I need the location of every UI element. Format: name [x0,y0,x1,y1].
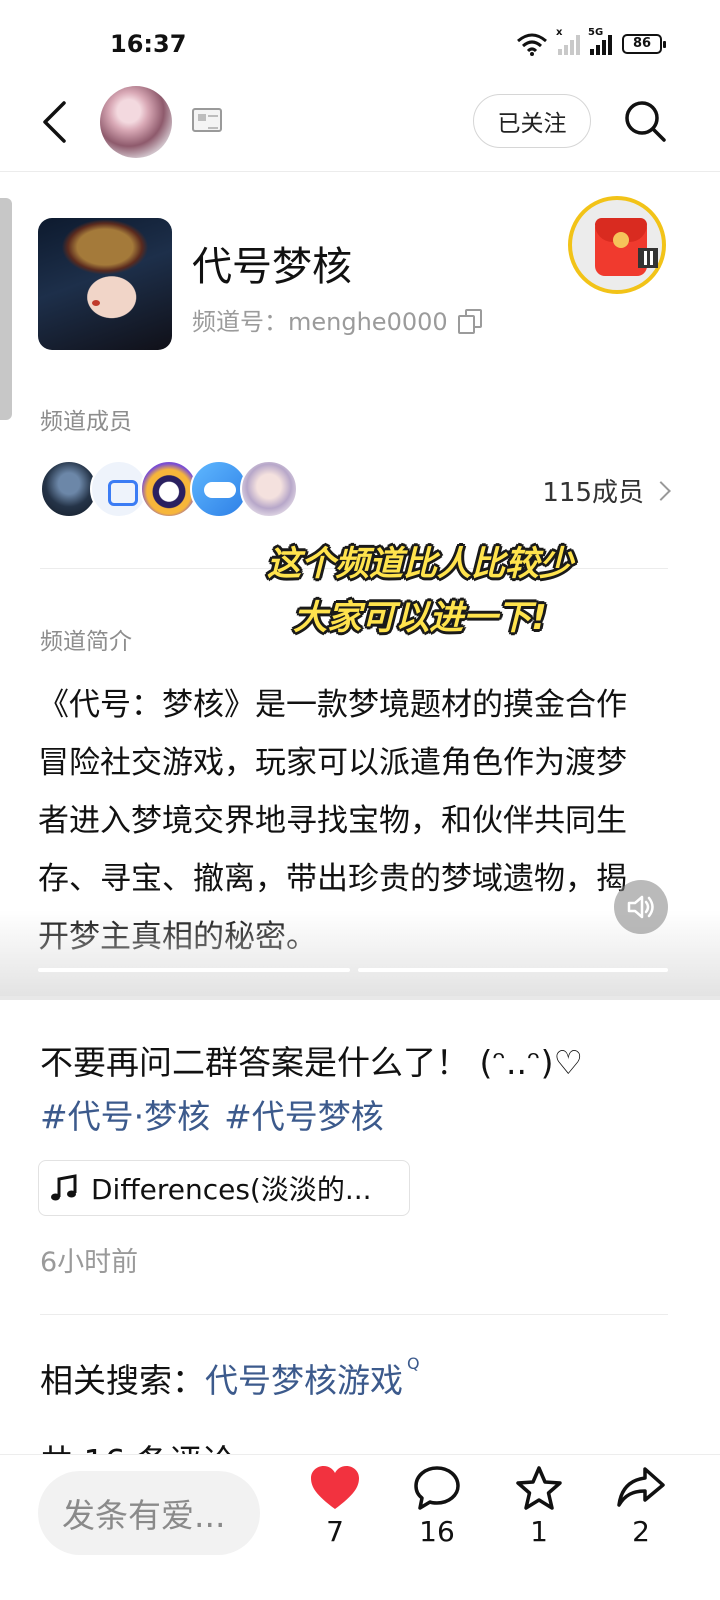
member-count-text: 115成员 [542,478,644,508]
favorite-button[interactable]: 1 [504,1465,574,1548]
heart-icon [311,1466,359,1509]
comment-bubble-icon [414,1466,460,1510]
related-search: 相关搜索： 代号梦核游戏 Q [40,1354,420,1402]
comment-count: 16 [419,1515,455,1548]
search-button[interactable] [622,98,668,144]
share-count: 2 [632,1515,650,1548]
search-small-icon: Q [407,1354,420,1373]
like-count: 7 [326,1515,344,1548]
like-button[interactable]: 7 [300,1465,370,1548]
video-fade-overlay [0,910,720,998]
copy-icon[interactable] [457,308,482,334]
author-avatar[interactable] [100,86,172,158]
signal-sim1-icon: x [556,27,580,55]
post-text: 不要再问二群答案是什么了！ (ᵔ..ᵔ)♡ [40,1043,584,1082]
post-timestamp: 6小时前 [40,1247,139,1278]
signal-5g-icon: 5G [588,27,612,55]
channel-id-text: 频道号：menghe0000 [192,308,448,336]
divider [40,1314,668,1315]
comment-button[interactable]: 16 [402,1465,472,1548]
channel-id: 频道号：menghe0000 [192,302,482,337]
member-count-link[interactable]: 115成员 [542,472,671,509]
newspaper-icon [192,108,222,132]
related-search-link[interactable]: 代号梦核游戏 [205,1354,403,1402]
member-avatar-row[interactable] [40,460,300,520]
video-caption-line1: 这个频道比人比较少 [267,544,573,584]
wifi-icon [517,33,547,56]
music-note-icon [51,1174,77,1201]
video-caption-line2: 大家可以进一下! [293,598,547,638]
bottom-action-bar: 发条有爱... 7 16 1 2 [0,1454,720,1600]
search-icon [625,101,666,142]
share-arrow-icon [617,1467,665,1507]
hashtag-link[interactable]: #代号梦核 [224,1090,384,1138]
music-chip[interactable]: Differences(淡淡的... [38,1160,410,1216]
back-button[interactable] [34,96,74,148]
star-icon [516,1466,562,1510]
members-section-label: 频道成员 [40,409,132,435]
status-bar: 16:37 x 5G 86 [0,0,720,84]
progress-segment [358,968,668,972]
post-tags: #代号·梦核 #代号梦核 [40,1090,384,1138]
qr-code-icon [638,248,658,268]
section-separator [0,996,720,1000]
intro-section-label: 频道简介 [40,629,132,655]
related-search-label: 相关搜索： [40,1361,205,1400]
channel-name: 代号梦核 [192,244,352,290]
chevron-left-icon [43,101,66,143]
speaker-icon [627,895,654,919]
status-time: 16:37 [110,30,187,58]
channel-cover-image[interactable] [38,218,172,350]
comment-input[interactable]: 发条有爱... [38,1471,260,1555]
hashtag-link[interactable]: #代号·梦核 [40,1090,210,1138]
chevron-right-icon [651,480,671,501]
progress-segment [38,968,350,972]
top-nav: 已关注 [0,84,720,172]
music-title: Differences(淡淡的... [91,1173,372,1206]
mute-button[interactable] [614,880,668,934]
follow-button[interactable]: 已关注 [473,94,591,148]
red-packet-button[interactable] [568,196,666,294]
member-avatar [240,460,298,518]
side-drawer-handle[interactable] [0,198,12,420]
share-button[interactable]: 2 [606,1465,676,1548]
status-icons: x 5G 86 [516,27,666,58]
battery-icon: 86 [622,34,666,54]
favorite-count: 1 [530,1515,548,1548]
